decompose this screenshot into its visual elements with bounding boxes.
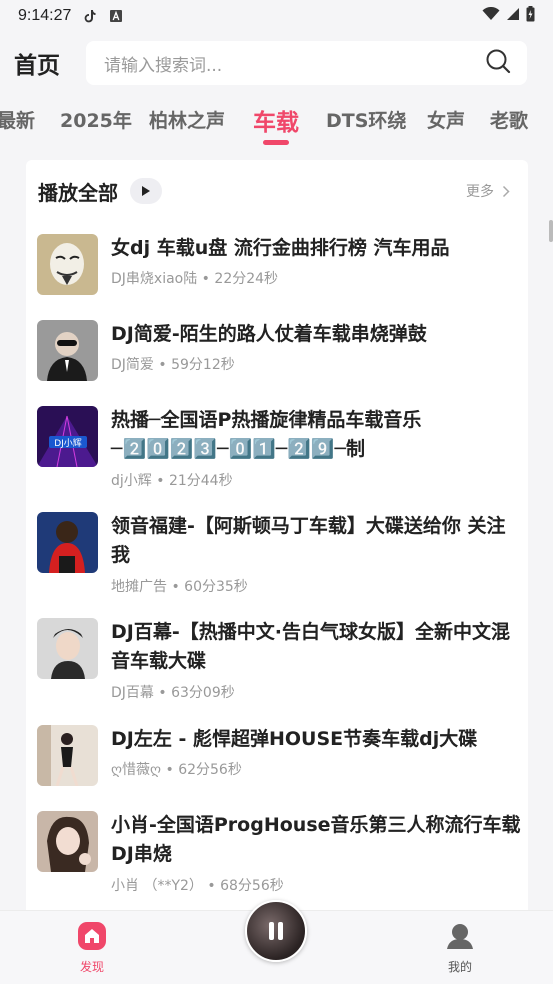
song-item[interactable]: DJ简爱-陌生的路人仗着车载串烧弹鼓 DJ简爱 • 59分12秒 [37,320,517,382]
tab-car[interactable]: 车载 [253,103,299,137]
song-artist: dj小辉 [111,473,152,489]
song-meta: DJ串烧xiao陆 • 22分24秒 [111,271,279,287]
svg-text:DJ小辉: DJ小辉 [54,438,82,449]
song-meta: 小肖 （**Y2） • 68分56秒 [111,878,284,894]
tab-dts-surround[interactable]: DTS环绕 [326,106,406,133]
nav-discover[interactable]: 发现 [62,921,122,975]
song-artist: ღ惜薇ღ [111,762,162,778]
active-tab-indicator [263,140,289,145]
song-duration: 22分24秒 [214,271,279,287]
chevron-right-icon [502,185,510,197]
song-title: 小肖-全国语ProgHouse音乐第三人称流行车载DJ串烧 [111,814,521,865]
song-meta: 地摊广告 • 60分35秒 [111,579,248,595]
search-icon[interactable] [485,48,511,79]
search-box[interactable]: 请输入搜索词... [86,41,527,85]
more-link[interactable]: 更多 [466,181,510,201]
song-cover: DJ小辉 [37,406,98,467]
category-tabs: 最新 2025年 柏林之声 车载 DTS环绕 女声 老歌 [0,100,553,146]
header: 首页 请输入搜索词... [0,40,553,86]
play-all-label[interactable]: 播放全部 [38,177,118,206]
song-artist: DJ简爱 [111,357,154,373]
battery-icon [526,6,535,26]
tab-female-vocal[interactable]: 女声 [427,106,465,133]
status-bar: 9:14:27 [0,0,553,32]
song-list-card: 播放全部 更多 女dj 车载u盘 流行金曲排行榜 汽车用品 DJ串烧xiao陆 … [26,160,528,920]
song-duration: 21分44秒 [168,473,233,489]
wifi-icon [482,6,500,25]
song-meta: ღ惜薇ღ • 62分56秒 [111,762,242,778]
status-time: 9:14:27 [18,7,72,24]
song-cover [37,811,98,872]
song-item[interactable]: DJ百幕-【热播中文·告白气球女版】全新中文混音车载大碟 DJ百幕 • 63分0… [37,618,517,708]
song-title: 领音福建-【阿斯顿马丁车载】大碟送给你 关注我 [111,515,506,566]
tab-latest[interactable]: 最新 [0,106,35,133]
song-duration: 63分09秒 [171,685,235,701]
page-title: 首页 [14,53,60,79]
more-label: 更多 [466,184,494,200]
song-title: 女dj 车载u盘 流行金曲排行榜 汽车用品 [111,237,450,259]
home-icon [78,922,106,950]
now-playing-button[interactable] [245,900,307,962]
tab-oldies[interactable]: 老歌 [490,106,528,133]
tiktok-icon [83,9,97,23]
song-cover [37,512,98,573]
song-meta: DJ简爱 • 59分12秒 [111,357,235,373]
song-duration: 68分56秒 [220,878,284,894]
song-title: 热播─全国语P热播旋律精品车载音乐─2️⃣0️⃣2️⃣3️⃣─0️⃣1️⃣─2️… [111,409,422,460]
nav-mine[interactable]: 我的 [430,921,490,975]
signal-icon [506,7,520,25]
user-icon [447,924,473,949]
song-title: DJ百幕-【热播中文·告白气球女版】全新中文混音车载大碟 [111,621,510,672]
song-item[interactable]: DJ小辉 热播─全国语P热播旋律精品车载音乐─2️⃣0️⃣2️⃣3️⃣─0️⃣1… [37,406,517,496]
tab-2025[interactable]: 2025年 [60,106,132,133]
song-item[interactable]: 领音福建-【阿斯顿马丁车载】大碟送给你 关注我 地摊广告 • 60分35秒 [37,512,517,602]
song-title: DJ简爱-陌生的路人仗着车载串烧弹鼓 [111,323,427,345]
song-meta: DJ百幕 • 63分09秒 [111,685,235,701]
app-a-icon [109,9,123,23]
song-artist: 小肖 （**Y2） [111,878,203,894]
song-duration: 60分35秒 [184,579,248,595]
song-cover [37,725,98,786]
song-duration: 59分12秒 [171,357,235,373]
song-artist: DJ串烧xiao陆 [111,271,198,287]
song-cover [37,618,98,679]
song-title: DJ左左 - 彪悍超弹HOUSE节奏车载dj大碟 [111,728,478,750]
pause-icon [269,922,283,940]
song-duration: 62分56秒 [178,762,242,778]
song-artist: DJ百幕 [111,685,154,701]
song-artist: 地摊广告 [111,579,167,595]
song-item[interactable]: DJ左左 - 彪悍超弹HOUSE节奏车载dj大碟 ღ惜薇ღ • 62分56秒 [37,725,517,787]
scrollbar[interactable] [549,220,553,242]
song-item[interactable]: 女dj 车载u盘 流行金曲排行榜 汽车用品 DJ串烧xiao陆 • 22分24秒 [37,234,517,296]
song-cover [37,320,98,381]
section-header: 播放全部 更多 [38,174,510,208]
song-meta: dj小辉 • 21分44秒 [111,473,233,489]
nav-mine-label: 我的 [447,960,472,974]
song-item[interactable]: 小肖-全国语ProgHouse音乐第三人称流行车载DJ串烧 小肖 （**Y2） … [37,811,521,901]
tab-berlin-sound[interactable]: 柏林之声 [149,106,225,133]
search-input[interactable]: 请输入搜索词... [104,51,485,76]
play-all-button[interactable] [130,178,162,204]
song-cover [37,234,98,295]
nav-discover-label: 发现 [79,960,104,974]
